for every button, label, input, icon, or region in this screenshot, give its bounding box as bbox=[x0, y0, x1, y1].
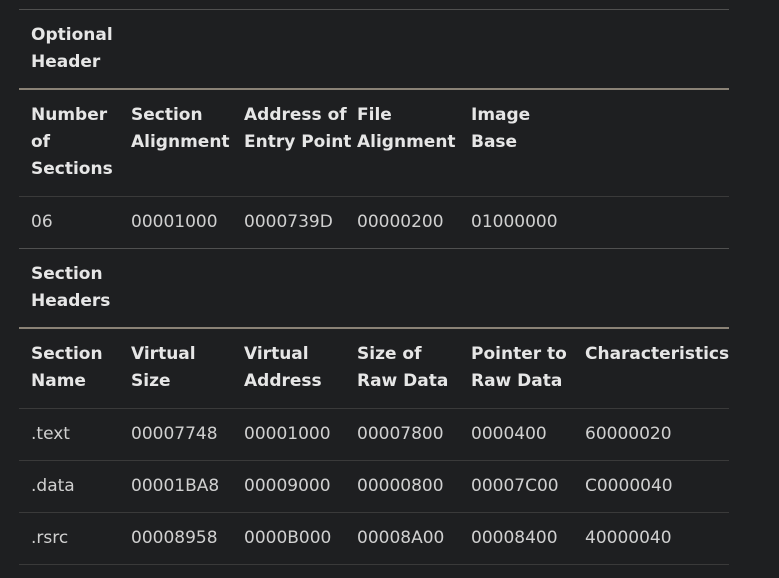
table-row: .rsrc 00008958 0000B000 00008A00 0000840… bbox=[19, 513, 729, 565]
column-file-alignment: File Alignment bbox=[357, 105, 456, 152]
table-row: .text 00007748 00001000 00007800 0000400… bbox=[19, 409, 729, 461]
column-number-of-sections: Number of Sections bbox=[31, 105, 113, 179]
section-headers-columns-row: Section Name Virtual Size Virtual Addres… bbox=[19, 329, 729, 409]
pointer-to-raw-data: 00008400 bbox=[471, 528, 558, 548]
virtual-size: 00007748 bbox=[131, 424, 218, 444]
optional-header-values-row: 06 00001000 0000739D 00000200 01000000 bbox=[19, 197, 729, 249]
size-of-raw-data: 00000800 bbox=[357, 476, 444, 496]
characteristics: C0000040 bbox=[585, 476, 673, 496]
optional-header-columns-row: Number of Sections Section Alignment Add… bbox=[19, 90, 729, 197]
virtual-size: 00008958 bbox=[131, 528, 218, 548]
pointer-to-raw-data: 0000400 bbox=[471, 424, 547, 444]
characteristics: 60000020 bbox=[585, 424, 672, 444]
section-name: .data bbox=[31, 476, 75, 496]
column-image-base: Image Base bbox=[471, 105, 531, 152]
value-file-alignment: 00000200 bbox=[357, 212, 444, 232]
virtual-address: 00009000 bbox=[244, 476, 331, 496]
column-virtual-size: Virtual Size bbox=[131, 344, 196, 391]
column-section-alignment: Section Alignment bbox=[131, 105, 230, 152]
virtual-size: 00001BA8 bbox=[131, 476, 220, 496]
characteristics: 40000040 bbox=[585, 528, 672, 548]
column-virtual-address: Virtual Address bbox=[244, 344, 322, 391]
virtual-address: 00001000 bbox=[244, 424, 331, 444]
column-characteristics: Characteristics bbox=[585, 344, 730, 364]
value-address-of-entry-point: 0000739D bbox=[244, 212, 333, 232]
column-section-name: Section Name bbox=[31, 344, 103, 391]
value-number-of-sections: 06 bbox=[31, 212, 53, 232]
optional-header-title: Optional Header bbox=[31, 25, 113, 72]
value-section-alignment: 00001000 bbox=[131, 212, 218, 232]
section-name: .rsrc bbox=[31, 528, 69, 548]
column-address-of-entry-point: Address of Entry Point bbox=[244, 105, 352, 152]
pointer-to-raw-data: 00007C00 bbox=[471, 476, 559, 496]
section-headers-section-row: Section Headers bbox=[19, 249, 729, 329]
column-pointer-to-raw-data: Pointer to Raw Data bbox=[471, 344, 567, 391]
value-image-base: 01000000 bbox=[471, 212, 558, 232]
size-of-raw-data: 00007800 bbox=[357, 424, 444, 444]
pe-header-table: Optional Header Number of Sections Secti… bbox=[19, 9, 729, 565]
section-headers-title: Section Headers bbox=[31, 264, 111, 311]
size-of-raw-data: 00008A00 bbox=[357, 528, 445, 548]
column-size-of-raw-data: Size of Raw Data bbox=[357, 344, 449, 391]
section-name: .text bbox=[31, 424, 70, 444]
table-row: .data 00001BA8 00009000 00000800 00007C0… bbox=[19, 461, 729, 513]
optional-header-section-row: Optional Header bbox=[19, 10, 729, 90]
virtual-address: 0000B000 bbox=[244, 528, 332, 548]
